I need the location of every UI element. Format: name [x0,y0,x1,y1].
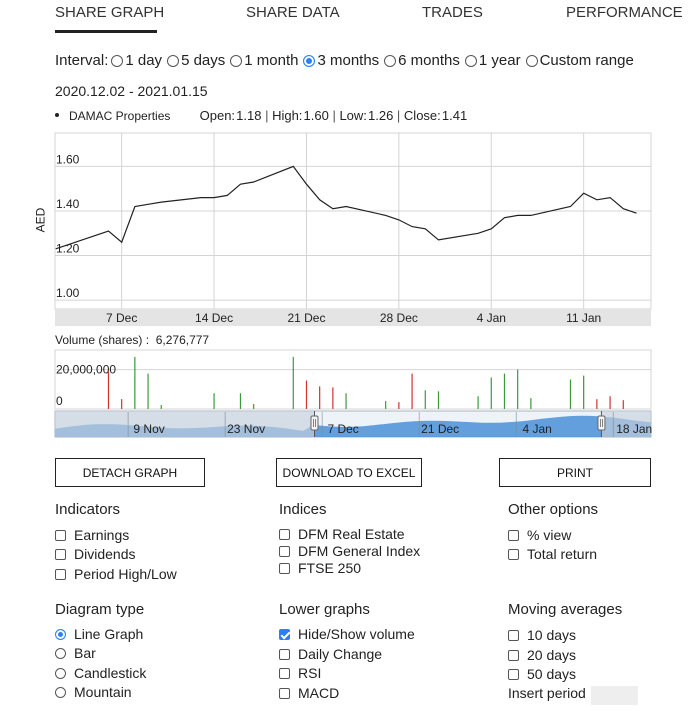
moving-averages-title: Moving averages [508,601,623,618]
x-tick-label: 11 Jan [566,311,601,325]
volume-plot-frame [54,349,652,410]
detach-graph-button[interactable]: DETACH GRAPH [55,458,205,487]
index-ftse-250[interactable]: FTSE 250 [279,560,361,576]
checkbox-icon[interactable] [55,529,66,541]
price-line [55,165,637,250]
diagram-line-graph[interactable]: Line Graph [55,626,143,642]
radio-icon[interactable] [55,686,66,698]
checkbox-icon[interactable] [279,687,290,699]
checkbox-icon[interactable] [279,545,290,557]
navigator-mask-left [55,411,315,437]
x-tick-label: 21 Dec [287,311,325,325]
radio-icon[interactable] [55,647,66,659]
diagram-bar[interactable]: Bar [55,645,96,661]
navigator-handle-left[interactable] [310,415,319,431]
volume-title: Volume (shares) : [55,333,150,347]
indicator-period-high-low[interactable]: Period High/Low [55,566,177,582]
y-tick-label: 1.40 [56,197,80,211]
navigator-label: 21 Dec [421,422,459,436]
ma-20-days[interactable]: 20 days [508,647,576,663]
volume-tick-label: 20,000,000 [56,363,116,377]
indicators-title: Indicators [55,501,121,518]
x-axis-band [55,309,651,326]
navigator-label: 4 Jan [523,422,552,436]
y-tick-label: 1.60 [56,152,80,166]
checkbox-checked-icon[interactable] [279,628,290,640]
insert-period-label: Insert period [508,685,586,701]
checkbox-icon[interactable] [508,529,519,541]
radio-icon[interactable] [55,667,66,679]
navigator-label: 18 Jan [616,422,652,436]
option-percent-view[interactable]: % view [508,527,571,543]
volume-tick-label: 0 [56,394,63,408]
volume-label: Volume (shares) : 6,276,777 [55,333,209,347]
index-dfm-real-estate[interactable]: DFM Real Estate [279,526,405,542]
indices-title: Indices [279,501,327,518]
insert-period-input[interactable] [591,686,638,705]
download-to-excel-button[interactable]: DOWNLOAD TO EXCEL [276,458,422,487]
y-tick-label: 1.20 [56,242,80,256]
checkbox-icon[interactable] [279,648,290,660]
checkbox-icon[interactable] [279,528,290,540]
price-plot-frame [54,132,652,310]
diagram-candlestick[interactable]: Candlestick [55,665,146,681]
checkbox-icon[interactable] [55,568,66,580]
index-dfm-general[interactable]: DFM General Index [279,543,420,559]
navigator-label: 7 Dec [327,422,358,436]
lower-rsi[interactable]: RSI [279,665,321,681]
ma-50-days[interactable]: 50 days [508,666,576,682]
indicator-dividends[interactable]: Dividends [55,546,135,562]
x-tick-label: 7 Dec [106,311,137,325]
radio-selected-icon[interactable] [55,628,66,640]
checkbox-icon[interactable] [508,629,519,641]
x-tick-label: 4 Jan [477,311,506,325]
lower-macd[interactable]: MACD [279,685,339,701]
checkbox-icon[interactable] [508,668,519,680]
x-tick-label: 14 Dec [195,311,233,325]
indicator-earnings[interactable]: Earnings [55,527,129,543]
checkbox-icon[interactable] [508,649,519,661]
lower-daily-change[interactable]: Daily Change [279,646,382,662]
lower-graphs-title: Lower graphs [279,601,370,618]
checkbox-icon[interactable] [55,548,66,560]
print-button[interactable]: PRINT [499,458,651,487]
other-options-title: Other options [508,501,599,518]
navigator-label: 23 Nov [227,422,265,436]
ma-10-days[interactable]: 10 days [508,627,576,643]
checkbox-icon[interactable] [279,562,290,574]
volume-total: 6,276,777 [155,333,210,347]
navigator-label: 9 Nov [133,422,164,436]
navigator-handle-right[interactable] [597,415,606,431]
y-tick-label: 1.00 [56,286,80,300]
diagram-type-title: Diagram type [55,601,145,618]
checkbox-icon[interactable] [508,548,519,560]
checkbox-icon[interactable] [279,667,290,679]
lower-hide-show-volume[interactable]: Hide/Show volume [279,626,415,642]
x-tick-label: 28 Dec [380,311,418,325]
option-total-return[interactable]: Total return [508,546,597,562]
diagram-mountain[interactable]: Mountain [55,684,132,700]
